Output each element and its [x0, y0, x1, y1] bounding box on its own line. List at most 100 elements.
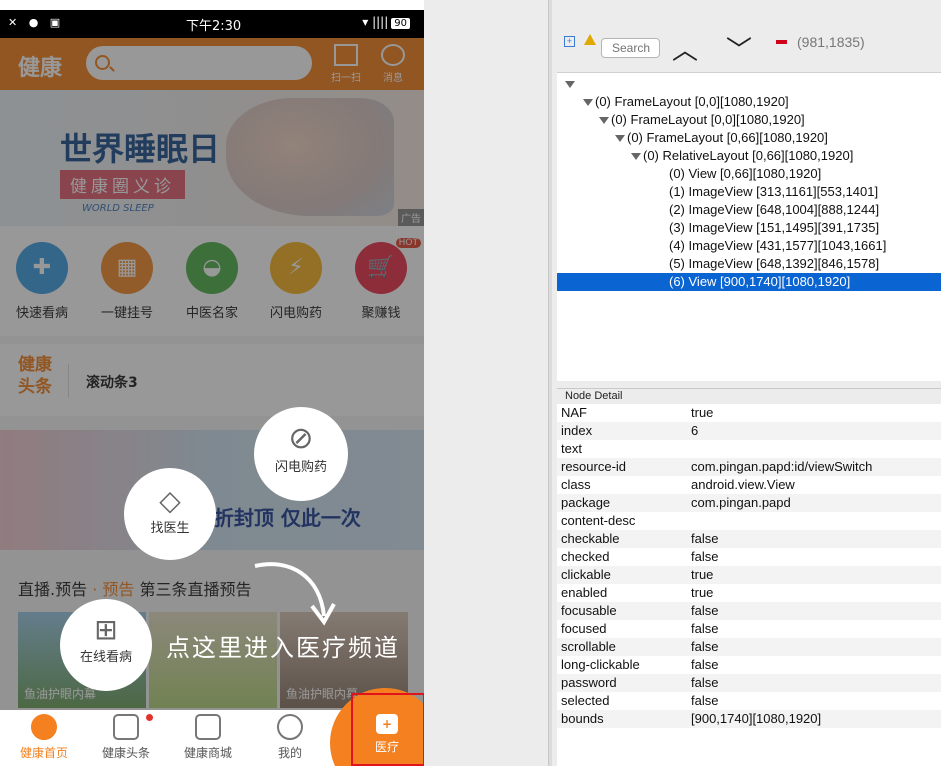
detail-row: text: [557, 440, 941, 458]
tab-label: 我的: [277, 746, 302, 760]
detail-row: scrollable false: [557, 638, 941, 656]
detail-row: clickable true: [557, 566, 941, 584]
expand-all-button[interactable]: +: [564, 36, 575, 47]
detail-row: selected false: [557, 692, 941, 710]
detail-value: true: [691, 405, 714, 420]
tree-node-label: (4) ImageView [431,1577][1043,1661]: [669, 238, 887, 253]
tree-node-label: (0) FrameLayout [0,66][1080,1920]: [627, 130, 828, 145]
tab-mine[interactable]: 我的: [250, 714, 330, 761]
detail-value: false: [691, 621, 719, 636]
clear-button[interactable]: [776, 40, 787, 44]
ui-inspector: + ︿ ﹀ (981,1835) (0) FrameLayout [0,0][1…: [552, 0, 941, 766]
detail-key: checkable: [561, 531, 620, 546]
expand-triangle-icon[interactable]: [599, 117, 609, 125]
detail-key: password: [561, 675, 617, 690]
detail-key: NAF: [561, 405, 587, 420]
detail-key: focusable: [561, 603, 617, 618]
guide-text: 点这里进入医疗频道: [166, 634, 400, 662]
detail-key: index: [561, 423, 593, 438]
home-icon: [31, 714, 57, 740]
tree-node[interactable]: (0) FrameLayout [0,0][1080,1920]: [599, 111, 805, 129]
detail-key: scrollable: [561, 639, 616, 654]
detail-key: text: [561, 441, 582, 456]
detail-row: focusable false: [557, 602, 941, 620]
tree-node[interactable]: (1) ImageView [313,1161][553,1401]: [669, 183, 878, 201]
detail-value: false: [691, 549, 719, 564]
medkit-icon: ⊞: [94, 613, 118, 646]
bubble-drug-label: 闪电购药: [274, 460, 327, 475]
tree-node[interactable]: (0) FrameLayout [0,66][1080,1920]: [615, 129, 828, 147]
pill-icon: ⊘: [288, 421, 314, 456]
detail-value: com.pingan.papd: [691, 495, 791, 510]
chevron-down-icon[interactable]: ﹀: [726, 30, 752, 67]
detail-value: [900,1740][1080,1920]: [691, 711, 822, 726]
tab-label: 健康首页: [19, 746, 68, 760]
tree-root[interactable]: [565, 75, 577, 93]
tab-headlines[interactable]: 健康头条: [86, 714, 166, 761]
tab-label: 健康头条: [101, 746, 150, 760]
bubble-doctor-label: 找医生: [150, 521, 190, 536]
tree-node[interactable]: (0) RelativeLayout [0,66][1080,1920]: [631, 147, 853, 165]
tree-node[interactable]: (2) ImageView [648,1004][888,1244]: [669, 201, 879, 219]
guide-overlay[interactable]: [0, 38, 424, 710]
detail-value: true: [691, 567, 714, 582]
guide-arrow-icon: [254, 562, 336, 626]
tree-node[interactable]: (5) ImageView [648,1392][846,1578]: [669, 255, 879, 273]
detail-row: focused false: [557, 620, 941, 638]
bubble-doctor[interactable]: ◇ 找医生: [124, 468, 216, 560]
tree-node-label: (6) View [900,1740][1080,1920]: [669, 274, 851, 289]
selected-node-highlight: [351, 693, 424, 766]
expand-triangle-icon[interactable]: [583, 99, 593, 107]
detail-row: checkable false: [557, 530, 941, 548]
tree-node-label: (3) ImageView [151,1495][391,1735]: [669, 220, 880, 235]
warning-icon[interactable]: [584, 34, 596, 45]
detail-row: password false: [557, 674, 941, 692]
tab-mall[interactable]: 健康商城: [168, 714, 248, 761]
detail-row: resource-id com.pingan.papd:id/viewSwitch: [557, 458, 941, 476]
detail-value: false: [691, 531, 719, 546]
status-right: ▾ |||| 90: [362, 15, 410, 29]
detail-row: enabled true: [557, 584, 941, 602]
tree-node[interactable]: (0) View [0,66][1080,1920]: [669, 165, 821, 183]
detail-row: index 6: [557, 422, 941, 440]
detail-value: com.pingan.papd:id/viewSwitch: [691, 459, 873, 474]
detail-key: bounds: [561, 711, 604, 726]
signal-icon: ▾ ||||: [362, 15, 389, 29]
hierarchy-tree[interactable]: (0) FrameLayout [0,0][1080,1920] (0) Fram…: [557, 72, 941, 381]
tree-node[interactable]: (6) View [900,1740][1080,1920]: [557, 273, 941, 291]
detail-row: long-clickable false: [557, 656, 941, 674]
expand-triangle-icon[interactable]: [615, 135, 625, 143]
detail-value: false: [691, 657, 719, 672]
mall-icon: [195, 714, 221, 740]
tree-node[interactable]: (4) ImageView [431,1577][1043,1661]: [669, 237, 886, 255]
node-detail-title: Node Detail: [565, 390, 623, 402]
inspector-toolbar: + ︿ ﹀ (981,1835): [552, 0, 941, 72]
bubble-online[interactable]: ⊞ 在线看病: [60, 599, 152, 691]
tree-node[interactable]: (3) ImageView [151,1495][391,1735]: [669, 219, 879, 237]
detail-key: clickable: [561, 567, 611, 582]
tree-search-input[interactable]: [601, 38, 660, 58]
detail-key: long-clickable: [561, 657, 640, 672]
detail-key: resource-id: [561, 459, 627, 474]
status-icons: ✕ ● ▣: [8, 16, 65, 29]
chevron-up-icon[interactable]: ︿: [672, 30, 698, 67]
news-icon: [113, 714, 139, 740]
bubble-drug[interactable]: ⊘ 闪电购药: [254, 407, 348, 501]
tree-node[interactable]: (0) FrameLayout [0,0][1080,1920]: [583, 93, 789, 111]
tree-node-label: (1) ImageView [313,1161][553,1401]: [669, 184, 879, 199]
tree-node-label: (2) ImageView [648,1004][888,1244]: [669, 202, 880, 217]
tree-node-label: (5) ImageView [648,1392][846,1578]: [669, 256, 880, 271]
detail-row: bounds [900,1740][1080,1920]: [557, 710, 941, 728]
detail-key: class: [561, 477, 591, 492]
tree-node-label: (0) FrameLayout [0,0][1080,1920]: [611, 112, 805, 127]
person-icon: [277, 714, 303, 740]
detail-value: android.view.View: [691, 477, 795, 492]
detail-row: package com.pingan.papd: [557, 494, 941, 512]
status-bar: ✕ ● ▣ 下午2:30 ▾ |||| 90: [0, 10, 424, 38]
node-detail-header: Node Detail: [557, 388, 941, 404]
unread-dot: [146, 714, 153, 721]
device-screenshot[interactable]: ✕ ● ▣ 下午2:30 ▾ |||| 90 健康 扫一扫 消息 世界睡眠日 健康…: [0, 0, 424, 766]
detail-value: false: [691, 639, 719, 654]
tab-home[interactable]: 健康首页: [4, 714, 84, 761]
expand-triangle-icon[interactable]: [631, 153, 641, 161]
